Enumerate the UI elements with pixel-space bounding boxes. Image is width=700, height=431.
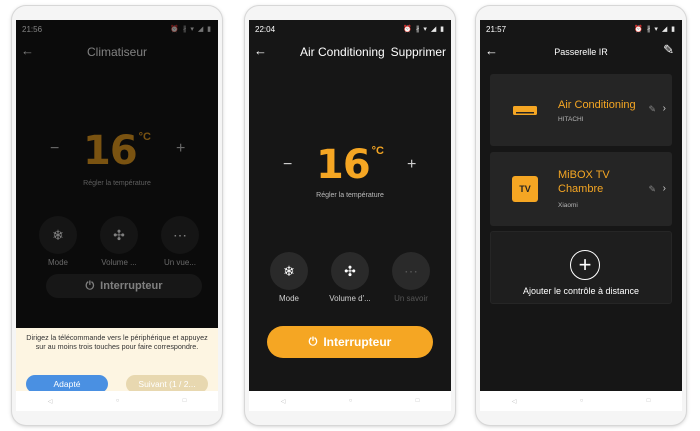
snowflake-icon: ❄ — [52, 226, 64, 243]
temperature-unit: °C — [138, 131, 151, 143]
more-label: Un savoir — [394, 294, 428, 303]
status-icons: ⏰ ∦ ▾ ◢ ▮ — [170, 26, 212, 33]
ac-unit-icon — [512, 98, 538, 124]
nav-back-icon[interactable]: ◁ — [512, 398, 517, 405]
pairing-tip-panel: Dirigez la télécommande vers le périphér… — [16, 328, 218, 399]
more-label: Un vue... — [163, 258, 196, 267]
power-label: Interrupteur — [323, 335, 392, 349]
device-brand: HITACHI — [558, 116, 584, 123]
mode-label: Mode — [278, 294, 299, 303]
page-title: Passerelle IR — [554, 47, 608, 57]
pairing-tip-text: Dirigez la télécommande vers le périphér… — [26, 333, 208, 351]
temperature-label: Régler la température — [316, 192, 384, 199]
fan-icon: ✣ — [113, 226, 125, 243]
chevron-right-icon: › — [662, 103, 666, 114]
device-card-air-conditioning[interactable]: Air Conditioning HITACHI ✎ › — [490, 74, 672, 146]
tv-icon: TV — [512, 176, 538, 202]
phone-air-conditioning: 22:04 ⏰ ∦ ▾ ◢ ▮ ← Air Conditioning Suppr… — [245, 6, 455, 425]
nav-back-icon[interactable]: ◁ — [281, 398, 286, 405]
nav-home-icon[interactable]: ○ — [580, 398, 584, 404]
phone-climatiseur: 21:56 ⏰ ∦ ▾ ◢ ▮ ← Climatiseur − 16 °C + … — [12, 6, 222, 425]
toolbar: ← Climatiseur — [16, 38, 218, 66]
nav-home-icon[interactable]: ○ — [116, 398, 120, 404]
status-bar: 22:04 ⏰ ∦ ▾ ◢ ▮ — [249, 20, 451, 38]
screen: 21:57 ⏰ ∦ ▾ ◢ ▮ ← Passerelle IR ✎ Air Co… — [480, 20, 682, 411]
toolbar: ← Air Conditioning Supprimer — [249, 38, 451, 66]
power-button[interactable]: ⏻ Interrupteur — [267, 326, 433, 358]
chevron-right-icon: › — [662, 183, 666, 194]
more-dots-icon: ⋯ — [173, 226, 187, 243]
more-button[interactable]: ⋯ — [161, 216, 199, 254]
nav-recents-icon[interactable]: □ — [183, 398, 187, 404]
temperature-plus-button[interactable]: + — [407, 156, 416, 174]
more-dots-icon: ⋯ — [404, 262, 418, 279]
nav-home-icon[interactable]: ○ — [349, 398, 353, 404]
power-button[interactable]: ⏻ Interrupteur — [46, 274, 202, 298]
status-time: 22:04 — [255, 24, 276, 34]
fan-speed-label: Volume ... — [101, 258, 137, 267]
ac-unit-icon-svg — [513, 106, 537, 115]
temperature-display: 16 °C — [16, 128, 218, 174]
temperature-display: 16 °C — [249, 142, 451, 188]
more-button[interactable]: ⋯ — [392, 252, 430, 290]
screen: 22:04 ⏰ ∦ ▾ ◢ ▮ ← Air Conditioning Suppr… — [249, 20, 451, 411]
add-plus-icon: + — [570, 250, 600, 280]
back-arrow-icon[interactable]: ← — [254, 43, 267, 58]
status-time: 21:57 — [486, 24, 507, 34]
power-icon: ⏻ — [85, 279, 95, 292]
temperature-value: 16 — [82, 128, 138, 174]
power-icon: ⏻ — [308, 335, 318, 348]
nav-recents-icon[interactable]: □ — [416, 398, 420, 404]
power-label: Interrupteur — [100, 280, 163, 292]
status-icons: ⏰ ∦ ▾ ◢ ▮ — [634, 26, 676, 33]
device-name: Air Conditioning — [558, 99, 636, 111]
status-bar: 21:57 ⏰ ∦ ▾ ◢ ▮ — [480, 20, 682, 38]
mode-button[interactable]: ❄ — [39, 216, 77, 254]
snowflake-icon: ❄ — [283, 262, 295, 279]
fan-speed-label: Volume d'... — [329, 294, 371, 303]
rename-pencil-icon[interactable]: ✎ — [648, 104, 656, 115]
temperature-label: Régler la température — [83, 180, 151, 187]
edit-pencil-icon[interactable]: ✎ — [663, 42, 674, 58]
temperature-plus-button[interactable]: + — [176, 140, 185, 158]
add-remote-card[interactable]: + Ajouter le contrôle à distance — [490, 231, 672, 304]
rename-pencil-icon[interactable]: ✎ — [648, 184, 656, 195]
temperature-unit: °C — [371, 145, 384, 157]
system-nav-bar: ◁ ○ □ — [480, 391, 682, 411]
phone-ir-gateway: 21:57 ⏰ ∦ ▾ ◢ ▮ ← Passerelle IR ✎ Air Co… — [476, 6, 686, 425]
nav-back-icon[interactable]: ◁ — [48, 398, 53, 405]
status-time: 21:56 — [22, 24, 43, 34]
delete-action[interactable]: Supprimer — [391, 45, 446, 59]
device-name: MiBOX TV Chambre — [558, 169, 610, 195]
fan-speed-button[interactable]: ✣ — [331, 252, 369, 290]
mode-label: Mode — [47, 258, 68, 267]
add-remote-label: Ajouter le contrôle à distance — [522, 286, 640, 296]
status-icons: ⏰ ∦ ▾ ◢ ▮ — [403, 26, 445, 33]
device-brand: Xiaomi — [558, 202, 578, 209]
device-card-mibox-tv[interactable]: TV MiBOX TV Chambre Xiaomi ✎ › — [490, 152, 672, 226]
fan-icon: ✣ — [344, 262, 356, 279]
page-title: Climatiseur — [86, 45, 147, 59]
nav-recents-icon[interactable]: □ — [647, 398, 651, 404]
system-nav-bar: ◁ ○ □ — [249, 391, 451, 411]
mode-button[interactable]: ❄ — [270, 252, 308, 290]
fan-speed-button[interactable]: ✣ — [100, 216, 138, 254]
status-bar: 21:56 ⏰ ∦ ▾ ◢ ▮ — [16, 20, 218, 38]
temperature-value: 16 — [315, 142, 371, 188]
system-nav-bar: ◁ ○ □ — [16, 391, 218, 411]
toolbar: ← Passerelle IR ✎ — [480, 38, 682, 66]
